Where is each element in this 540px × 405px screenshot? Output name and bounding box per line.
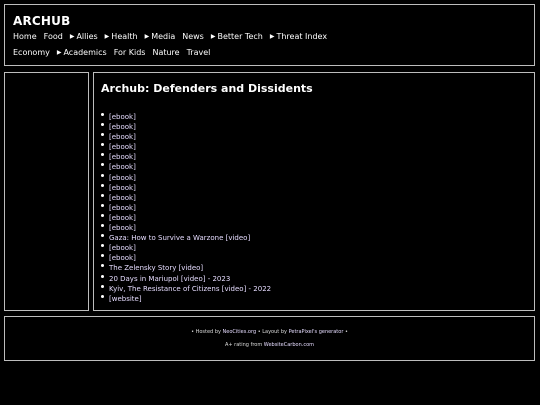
nav-item-economy[interactable]: Economy bbox=[13, 48, 50, 57]
bullet-icon bbox=[100, 230, 104, 240]
nav-row-secondary: Economy ▶ Academics For Kids Nature Travel bbox=[13, 48, 210, 57]
bullet-icon bbox=[100, 291, 104, 301]
link-list: [ebook] [ebook] [ebook] [ebook] [ebook] [eboo… bbox=[100, 109, 271, 303]
nav-item-food[interactable]: Food bbox=[44, 32, 63, 41]
list-item: [ebook] bbox=[100, 220, 271, 232]
footer: • Hosted by NeoCities.org • Layout by Pe… bbox=[4, 316, 535, 361]
header: ARCHUB Home Food ▶ Allies ▶ Health ▶ Media News ▶… bbox=[4, 4, 535, 66]
nav-item-home[interactable]: Home bbox=[13, 32, 37, 41]
nav-item-label: Allies bbox=[76, 32, 98, 41]
bullet-icon bbox=[100, 119, 104, 129]
page-title: Archub: Defenders and Dissidents bbox=[101, 82, 313, 95]
bullet-icon bbox=[100, 139, 104, 149]
nav-item-nature[interactable]: Nature bbox=[152, 48, 179, 57]
list-item: [ebook] bbox=[100, 119, 271, 131]
nav-row-primary: Home Food ▶ Allies ▶ Health ▶ Media News ▶ Better … bbox=[13, 32, 327, 41]
list-item: [ebook] bbox=[100, 149, 271, 161]
nav-item-travel[interactable]: Travel bbox=[187, 48, 211, 57]
bullet-icon bbox=[100, 109, 104, 119]
triangle-right-icon: ▶ bbox=[56, 49, 62, 56]
list-item: [ebook] bbox=[100, 200, 271, 212]
nav-item-health[interactable]: ▶ Health bbox=[105, 32, 138, 41]
triangle-right-icon: ▶ bbox=[144, 33, 150, 40]
nav-item-label: Food bbox=[43, 32, 63, 41]
list-item: [ebook] bbox=[100, 109, 271, 121]
nav-item-for-kids[interactable]: For Kids bbox=[114, 48, 146, 57]
sidebar bbox=[4, 72, 89, 311]
footer-credits: • Hosted by NeoCities.org • Layout by Pe… bbox=[5, 329, 534, 335]
bullet-icon bbox=[100, 281, 104, 291]
rating-link[interactable]: WebsiteCarbon.com bbox=[264, 342, 314, 348]
bullet-icon bbox=[100, 180, 104, 190]
bullet-icon bbox=[100, 149, 104, 159]
nav-item-label: Nature bbox=[152, 48, 180, 57]
list-item: Kyiv, The Resistance of Citizens [video]… bbox=[100, 281, 271, 293]
bullet-icon bbox=[100, 240, 104, 250]
footer-text: • bbox=[343, 329, 348, 335]
list-item: 20 Days in Mariupol [video] - 2023 bbox=[100, 271, 271, 283]
nav-item-label: Better Tech bbox=[217, 32, 263, 41]
bullet-icon bbox=[100, 170, 104, 180]
list-item: The Zelensky Story [video] bbox=[100, 260, 271, 272]
bullet-icon bbox=[100, 260, 104, 270]
list-item: [ebook] bbox=[100, 170, 271, 182]
triangle-right-icon: ▶ bbox=[69, 33, 75, 40]
nav-item-media[interactable]: ▶ Media bbox=[145, 32, 176, 41]
bullet-icon bbox=[100, 129, 104, 139]
bullet-icon bbox=[100, 220, 104, 230]
footer-text: • Hosted by bbox=[191, 329, 223, 335]
triangle-right-icon: ▶ bbox=[104, 33, 110, 40]
nav-item-label: Threat Index bbox=[276, 32, 328, 41]
nav-item-label: For Kids bbox=[113, 48, 146, 57]
resource-link[interactable]: [website] bbox=[109, 295, 142, 303]
site-title[interactable]: ARCHUB bbox=[13, 14, 70, 28]
nav-item-label: Economy bbox=[13, 48, 50, 57]
bullet-icon bbox=[100, 210, 104, 220]
list-item: Gaza: How to Survive a Warzone [video] bbox=[100, 230, 271, 242]
list-item: [ebook] bbox=[100, 139, 271, 151]
footer-text: A+ rating from bbox=[224, 342, 264, 348]
nav-item-threat-index[interactable]: ▶ Threat Index bbox=[270, 32, 327, 41]
nav-item-label: Health bbox=[111, 32, 138, 41]
list-item: [ebook] bbox=[100, 159, 271, 171]
bullet-icon bbox=[100, 190, 104, 200]
nav-item-allies[interactable]: ▶ Allies bbox=[70, 32, 98, 41]
bullet-icon bbox=[100, 159, 104, 169]
footer-rating: A+ rating from WebsiteCarbon.com bbox=[5, 342, 534, 348]
nav-item-better-tech[interactable]: ▶ Better Tech bbox=[211, 32, 263, 41]
bullet-icon bbox=[100, 271, 104, 281]
host-link[interactable]: NeoCities.org bbox=[223, 329, 257, 335]
list-item: [ebook] bbox=[100, 180, 271, 192]
list-item: [ebook] bbox=[100, 190, 271, 202]
layout-link[interactable]: PetraPixel's generator bbox=[289, 329, 344, 335]
nav-item-label: Media bbox=[151, 32, 176, 41]
triangle-right-icon: ▶ bbox=[210, 33, 216, 40]
nav-item-label: News bbox=[182, 32, 204, 41]
triangle-right-icon: ▶ bbox=[269, 33, 275, 40]
list-item: [ebook] bbox=[100, 250, 271, 262]
list-item: [ebook] bbox=[100, 210, 271, 222]
bullet-icon bbox=[100, 250, 104, 260]
nav-item-label: Academics bbox=[63, 48, 107, 57]
nav-item-label: Travel bbox=[186, 48, 211, 57]
footer-text: • Layout by bbox=[256, 329, 289, 335]
nav-item-news[interactable]: News bbox=[182, 32, 204, 41]
list-item: [ebook] bbox=[100, 129, 271, 141]
main-content: Archub: Defenders and Dissidents [ebook]… bbox=[93, 72, 535, 311]
nav-item-academics[interactable]: ▶ Academics bbox=[57, 48, 107, 57]
bullet-icon bbox=[100, 200, 104, 210]
nav-item-label: Home bbox=[13, 32, 37, 41]
